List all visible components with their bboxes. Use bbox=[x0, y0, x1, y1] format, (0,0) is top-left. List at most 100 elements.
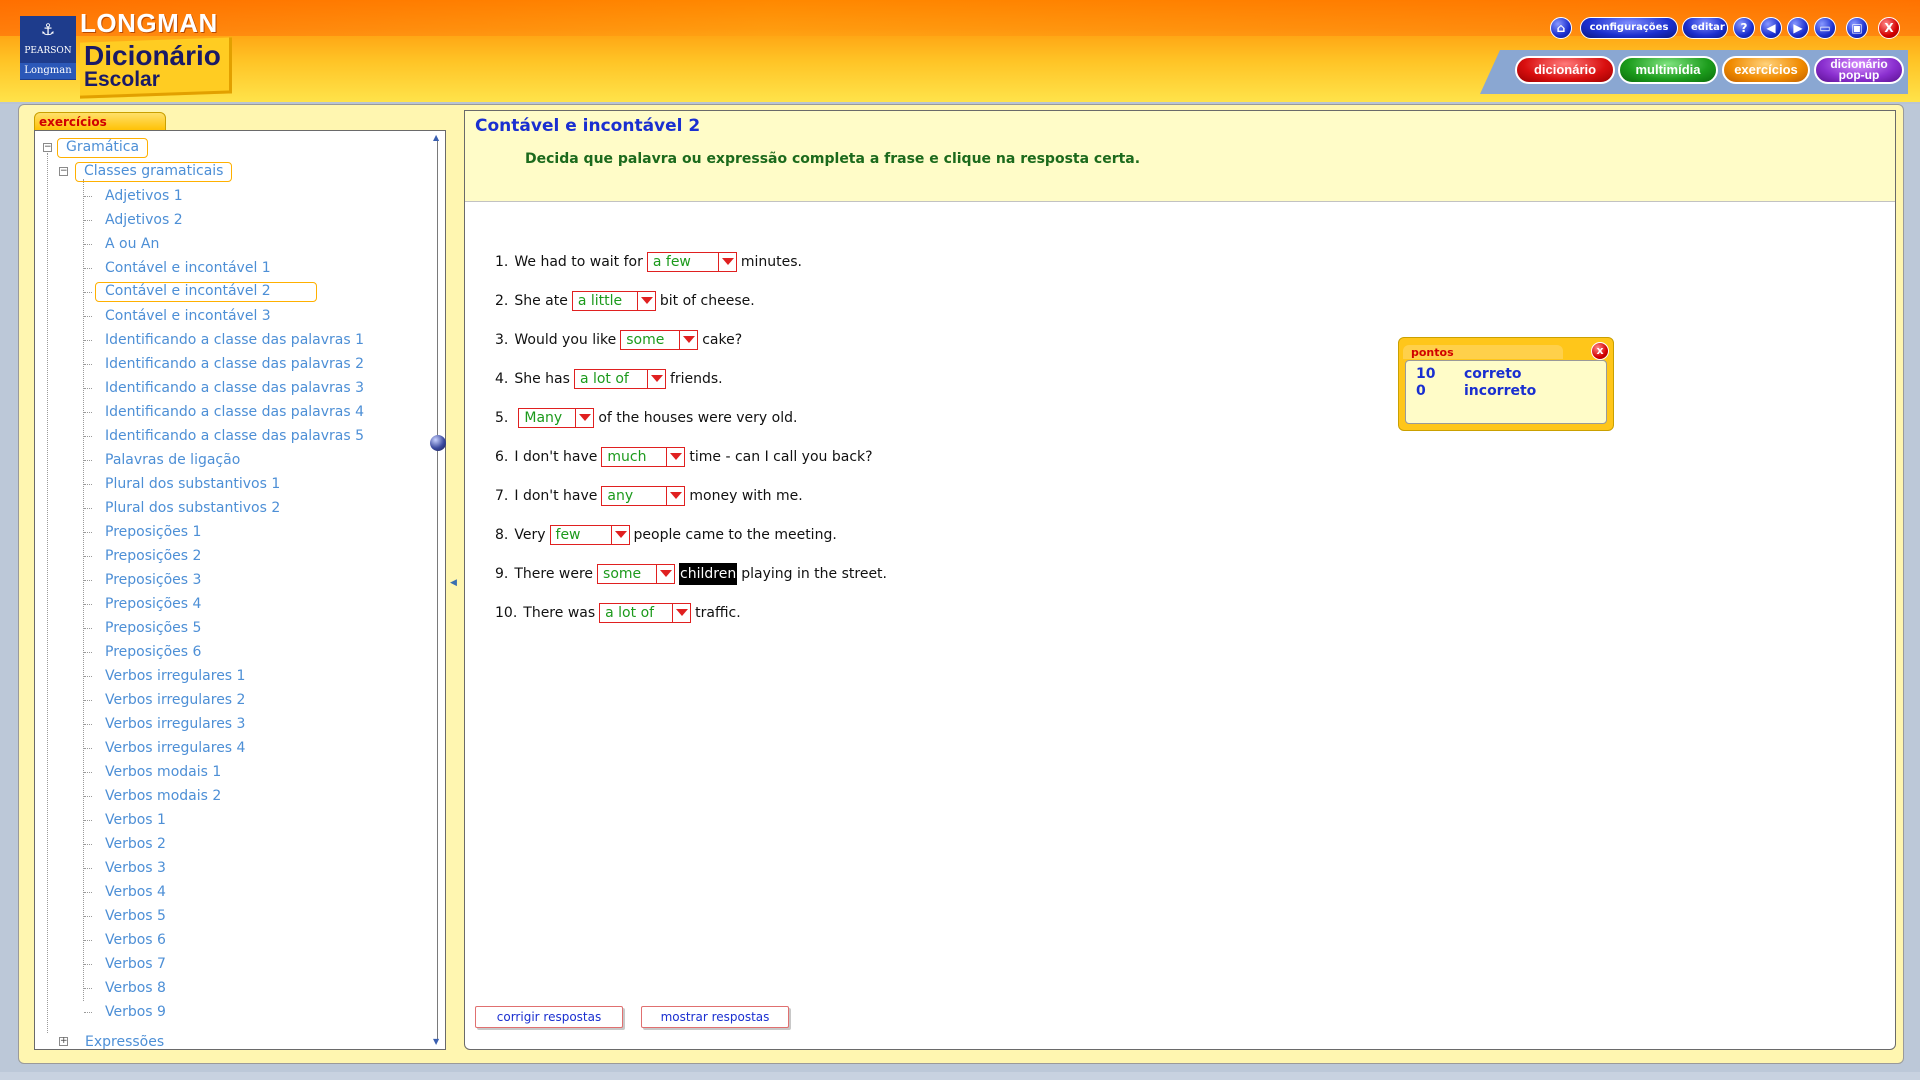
scroll-up-icon[interactable]: ▲ bbox=[433, 133, 439, 142]
tree-expander-icon[interactable]: − bbox=[59, 167, 68, 176]
tree-item[interactable]: Identificando a classe das palavras 1 bbox=[105, 330, 364, 350]
dropdown-arrow-icon[interactable] bbox=[656, 565, 674, 583]
tree-item[interactable]: Identificando a classe das palavras 4 bbox=[105, 402, 364, 422]
tree-item[interactable]: Verbos irregulares 4 bbox=[105, 738, 245, 758]
help-button[interactable]: ? bbox=[1733, 17, 1755, 39]
forward-button[interactable]: ▶ bbox=[1787, 17, 1809, 39]
settings-button[interactable]: configurações bbox=[1580, 17, 1678, 39]
score-body: 10 correto 0 incorreto bbox=[1405, 360, 1607, 424]
tree-connector bbox=[84, 532, 92, 533]
tree-item[interactable]: Verbos 1 bbox=[105, 810, 166, 830]
tree-item[interactable]: Verbos 4 bbox=[105, 882, 166, 902]
tree-item[interactable]: Contável e incontável 1 bbox=[105, 258, 271, 278]
dropdown-arrow-icon[interactable] bbox=[646, 370, 665, 388]
answer-dropdown[interactable]: a few bbox=[646, 252, 737, 272]
tree-item[interactable]: Verbos 5 bbox=[105, 906, 166, 926]
sidebar-tab-label: exercícios bbox=[39, 115, 107, 129]
tree-item[interactable]: Preposições 3 bbox=[105, 570, 201, 590]
tree-connector bbox=[84, 868, 92, 869]
dropdown-arrow-icon[interactable] bbox=[666, 487, 684, 505]
answer-dropdown[interactable]: a little bbox=[571, 291, 656, 311]
restore-button[interactable]: ▭ bbox=[1814, 17, 1836, 39]
dropdown-arrow-icon[interactable] bbox=[636, 292, 655, 310]
answer-dropdown[interactable]: few bbox=[549, 525, 630, 545]
answer-dropdown[interactable]: Many bbox=[518, 408, 595, 428]
tree-item[interactable]: Verbos 8 bbox=[105, 978, 166, 998]
dropdown-arrow-icon[interactable] bbox=[672, 604, 690, 622]
tree-item[interactable]: Contável e incontável 3 bbox=[105, 306, 271, 326]
tree-item[interactable]: Verbos irregulares 1 bbox=[105, 666, 245, 686]
tree-item[interactable]: Verbos irregulares 2 bbox=[105, 690, 245, 710]
close-button[interactable]: X bbox=[1878, 17, 1900, 39]
tab-multimidia[interactable]: multimídia bbox=[1618, 56, 1718, 84]
tree-item[interactable]: Plural dos substantivos 2 bbox=[105, 498, 280, 518]
tree-item[interactable]: Palavras de ligação bbox=[105, 450, 240, 470]
exercise-tree-panel: − Gramática − Classes gramaticais Adjetivos … bbox=[34, 130, 446, 1050]
tree-expander-icon[interactable]: + bbox=[59, 1037, 68, 1046]
pearson-logo: ⚓ PEARSON Longman bbox=[20, 16, 76, 80]
tree-item[interactable]: Preposições 1 bbox=[105, 522, 201, 542]
check-answers-button[interactable]: corrigir respostas bbox=[475, 1006, 623, 1028]
tab-popup-line2: pop-up bbox=[1838, 68, 1880, 82]
dropdown-arrow-icon[interactable] bbox=[666, 448, 684, 466]
collapse-sidebar-icon[interactable]: ◀ bbox=[450, 578, 457, 588]
dropdown-arrow-icon[interactable] bbox=[717, 253, 736, 271]
tree-item[interactable]: Verbos irregulares 3 bbox=[105, 714, 245, 734]
dropdown-arrow-icon[interactable] bbox=[610, 526, 629, 544]
tree-item[interactable]: Verbos 6 bbox=[105, 930, 166, 950]
score-popup: pontos x 10 correto 0 incorreto bbox=[1398, 337, 1614, 431]
incorrect-count: 0 bbox=[1416, 383, 1426, 399]
tree-item[interactable]: Adjetivos 2 bbox=[105, 210, 183, 230]
answer-dropdown[interactable]: some bbox=[597, 564, 676, 584]
tree-root-gramatica[interactable]: Gramática bbox=[57, 138, 149, 158]
close-score-button[interactable]: x bbox=[1591, 342, 1609, 360]
tree-item[interactable]: Preposições 4 bbox=[105, 594, 201, 614]
tree-item[interactable]: Verbos 9 bbox=[105, 1002, 166, 1022]
tree-scrollbar[interactable]: ▲ ▼ bbox=[430, 131, 446, 1049]
tree-item[interactable]: Verbos 7 bbox=[105, 954, 166, 974]
dropdown-arrow-icon[interactable] bbox=[575, 409, 593, 427]
tree-item[interactable]: Contável e incontável 2 bbox=[95, 282, 317, 302]
answer-dropdown[interactable]: a lot of bbox=[573, 369, 666, 389]
scroll-thumb[interactable] bbox=[430, 435, 446, 451]
question-row: 4. She has a lot of friends. bbox=[495, 368, 723, 390]
tree-item[interactable]: Verbos modais 1 bbox=[105, 762, 221, 782]
maximize-button[interactable]: ▣ bbox=[1846, 17, 1868, 39]
scroll-down-icon[interactable]: ▼ bbox=[433, 1037, 439, 1046]
tab-exercicios[interactable]: exercícios bbox=[1722, 56, 1810, 84]
app-title-line2: Escolar bbox=[84, 68, 160, 91]
answer-value: any bbox=[607, 488, 634, 504]
tree-connector bbox=[84, 820, 92, 821]
tree-item[interactable]: Verbos modais 2 bbox=[105, 786, 221, 806]
edit-button[interactable]: editar bbox=[1682, 17, 1728, 39]
home-button[interactable]: ⌂ bbox=[1550, 17, 1572, 39]
tree-connector bbox=[84, 796, 92, 797]
tree-item[interactable]: Preposições 5 bbox=[105, 618, 201, 638]
tree-item[interactable]: Plural dos substantivos 1 bbox=[105, 474, 280, 494]
answer-dropdown[interactable]: some bbox=[620, 330, 699, 350]
tree-item[interactable]: Verbos 2 bbox=[105, 834, 166, 854]
answer-dropdown[interactable]: much bbox=[601, 447, 686, 467]
tree-item[interactable]: Identificando a classe das palavras 5 bbox=[105, 426, 364, 446]
show-answers-button[interactable]: mostrar respostas bbox=[641, 1006, 789, 1028]
tree-item[interactable]: Identificando a classe das palavras 2 bbox=[105, 354, 364, 374]
tree-group-classes[interactable]: Classes gramaticais bbox=[75, 162, 233, 182]
answer-value: a lot of bbox=[605, 605, 655, 621]
tree-item[interactable]: Preposições 6 bbox=[105, 642, 201, 662]
tree-expander-icon[interactable]: − bbox=[43, 143, 52, 152]
tree-item[interactable]: Verbos 3 bbox=[105, 858, 166, 878]
back-button[interactable]: ◀ bbox=[1760, 17, 1782, 39]
answer-dropdown[interactable]: any bbox=[601, 486, 686, 506]
tab-dicionario[interactable]: dicionário bbox=[1515, 56, 1615, 84]
tab-dicionario-popup[interactable]: dicionário pop-up bbox=[1814, 56, 1904, 84]
tree-connector bbox=[84, 964, 92, 965]
tree-item[interactable]: Preposições 2 bbox=[105, 546, 201, 566]
tree-item[interactable]: Adjetivos 1 bbox=[105, 186, 183, 206]
dropdown-arrow-icon[interactable] bbox=[679, 331, 697, 349]
tree-item[interactable]: Identificando a classe das palavras 3 bbox=[105, 378, 364, 398]
tree-root-expressoes[interactable]: Expressões bbox=[85, 1032, 164, 1051]
tree-item[interactable]: A ou An bbox=[105, 234, 159, 254]
answer-dropdown[interactable]: a lot of bbox=[599, 603, 692, 623]
sidebar-tab[interactable]: exercícios bbox=[34, 112, 166, 132]
tree-connector bbox=[84, 988, 92, 989]
